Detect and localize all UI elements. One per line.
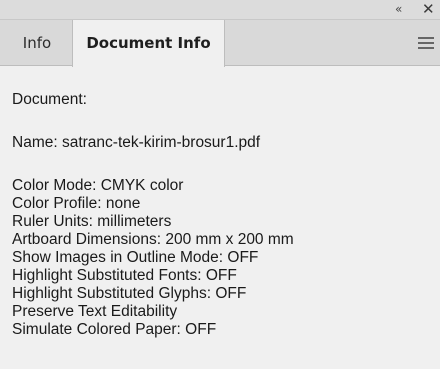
document-properties-list: Color Mode: CMYK color Color Profile: no… <box>12 177 432 339</box>
property-color-mode: Color Mode: CMYK color <box>12 177 184 194</box>
panel-menu-icon[interactable] <box>418 37 434 49</box>
tab-info[interactable]: Info <box>0 20 70 66</box>
property-ruler-units: Ruler Units: millimeters <box>12 213 172 230</box>
property-highlight-glyphs: Highlight Substituted Glyphs: OFF <box>12 285 247 302</box>
tab-bar: Info Document Info <box>0 20 440 67</box>
document-name: Name: satranc-tek-kirim-brosur1.pdf <box>12 134 261 151</box>
property-preserve-text: Preserve Text Editability <box>12 303 178 320</box>
property-color-profile: Color Profile: none <box>12 195 141 212</box>
property-artboard-dimensions: Artboard Dimensions: 200 mm x 200 mm <box>12 231 294 248</box>
document-info-panel: « ✕ Info Document Info Document: Name: s… <box>0 0 440 369</box>
property-show-images-outline: Show Images in Outline Mode: OFF <box>12 249 259 266</box>
property-simulate-paper: Simulate Colored Paper: OFF <box>12 321 217 338</box>
collapse-icon[interactable]: « <box>395 2 402 16</box>
close-icon[interactable]: ✕ <box>422 0 435 18</box>
document-label: Document: <box>12 91 87 108</box>
tab-document-info[interactable]: Document Info <box>72 20 225 67</box>
panel-title-bar: « ✕ <box>0 0 440 20</box>
property-highlight-fonts: Highlight Substituted Fonts: OFF <box>12 267 237 284</box>
document-info-content: Document: Name: satranc-tek-kirim-brosur… <box>12 66 432 339</box>
